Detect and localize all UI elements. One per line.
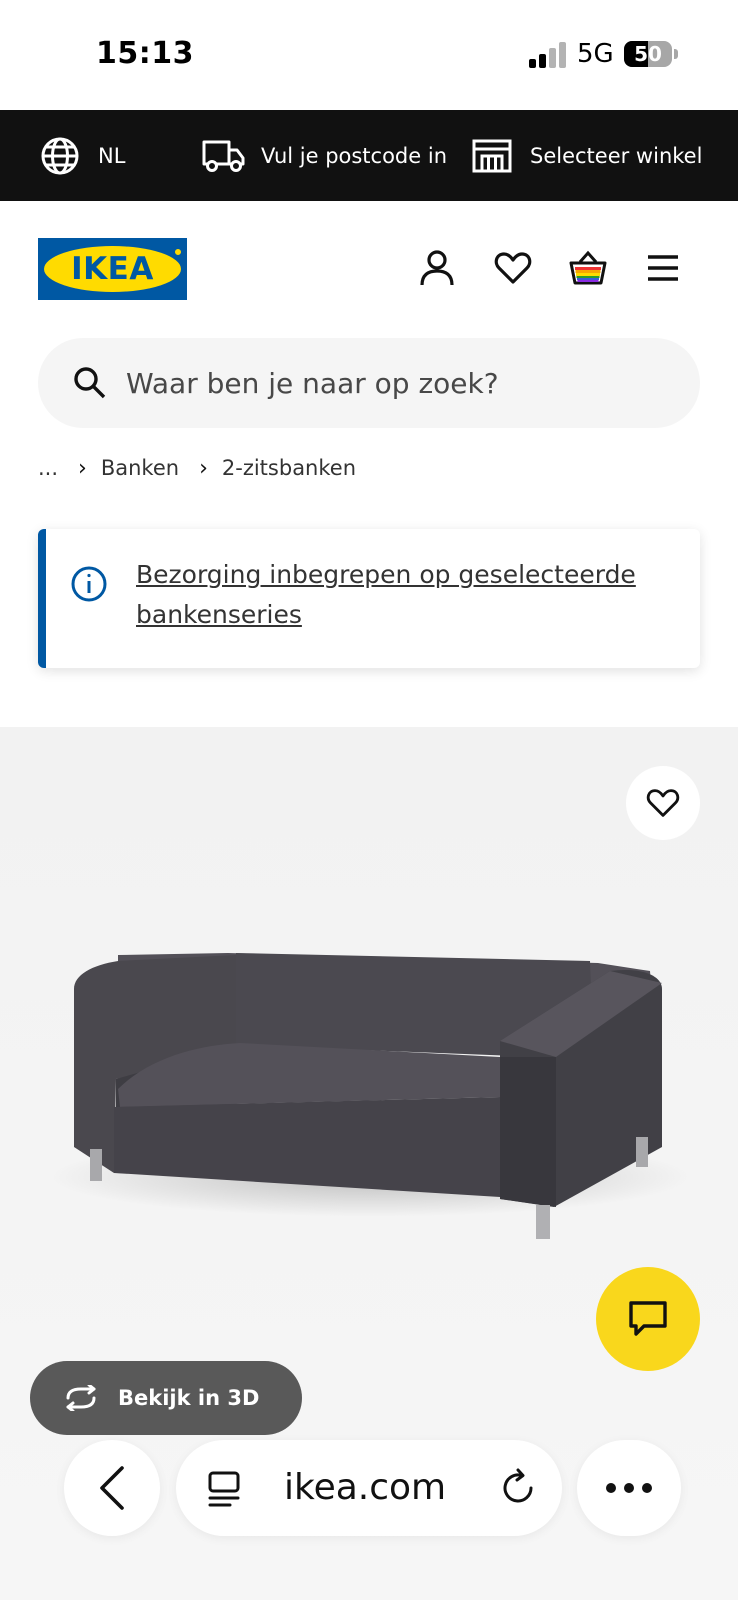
browser-more-button[interactable]: [577, 1440, 681, 1536]
logo-text: IKEA: [71, 251, 154, 287]
breadcrumb-ellipsis[interactable]: ...: [38, 456, 58, 480]
reload-icon[interactable]: [498, 1468, 538, 1508]
delivery-notice: Bezorging inbegrepen op geselecteerde ba…: [38, 529, 700, 668]
view-in-3d-button[interactable]: Bekijk in 3D: [30, 1361, 302, 1435]
wishlist-button[interactable]: [491, 246, 535, 290]
delivery-truck-icon: [202, 140, 245, 172]
delivery-notice-link[interactable]: Bezorging inbegrepen op geselecteerde ba…: [136, 555, 676, 635]
postcode-button[interactable]: Vul je postcode in: [202, 110, 447, 201]
search-input[interactable]: [126, 338, 666, 428]
battery-icon: 50: [624, 41, 672, 67]
registered-mark: [174, 248, 182, 256]
menu-button[interactable]: [641, 246, 685, 290]
rotate-3d-icon: [66, 1385, 96, 1411]
add-to-wishlist-button[interactable]: [626, 766, 700, 840]
shopping-bag-icon: [569, 250, 607, 285]
chat-button[interactable]: [596, 1267, 700, 1371]
heart-icon: [494, 252, 532, 284]
language-selector[interactable]: NL: [40, 110, 125, 201]
menu-icon: [648, 255, 678, 281]
heart-icon: [646, 789, 680, 817]
browser-back-button[interactable]: [64, 1440, 160, 1536]
status-time: 15:13: [96, 36, 194, 71]
cart-button[interactable]: [566, 246, 610, 290]
breadcrumb-banken[interactable]: Banken: [101, 456, 179, 480]
page-menu-icon: [208, 1471, 240, 1507]
network-type: 5G: [577, 39, 614, 69]
battery-level: 50: [634, 42, 662, 66]
browser-url: ikea.com: [284, 1467, 447, 1508]
chat-icon: [629, 1301, 667, 1336]
chevron-left-icon: [100, 1466, 124, 1510]
account-button[interactable]: [415, 246, 459, 290]
status-bar: 15:13 5G 50: [0, 0, 738, 110]
info-icon: [71, 566, 107, 602]
store-label: Selecteer winkel: [530, 143, 703, 168]
store-icon: [472, 139, 512, 172]
chevron-right-icon: ›: [78, 455, 87, 481]
ikea-logo[interactable]: IKEA: [38, 238, 187, 300]
view-in-3d-label: Bekijk in 3D: [118, 1386, 260, 1410]
breadcrumb-2-zitsbanken[interactable]: 2-zitsbanken: [222, 456, 356, 480]
top-utility-bar: NL Vul je postcode in Selecteer winkel: [0, 110, 738, 201]
postcode-label: Vul je postcode in: [261, 143, 448, 168]
search-icon: [74, 367, 106, 399]
notice-accent-bar: [38, 529, 46, 668]
globe-icon: [41, 137, 79, 174]
breadcrumb: ... › Banken › 2-zitsbanken: [38, 452, 356, 484]
store-selector[interactable]: Selecteer winkel: [472, 110, 702, 201]
chevron-right-icon: ›: [199, 455, 208, 481]
search-bar[interactable]: [38, 338, 700, 428]
battery-cap: [674, 49, 678, 59]
language-label: NL: [98, 143, 126, 168]
signal-icon: [529, 42, 567, 68]
browser-url-bar[interactable]: ikea.com: [176, 1440, 562, 1536]
user-icon: [420, 250, 454, 286]
more-icon: [606, 1483, 652, 1493]
